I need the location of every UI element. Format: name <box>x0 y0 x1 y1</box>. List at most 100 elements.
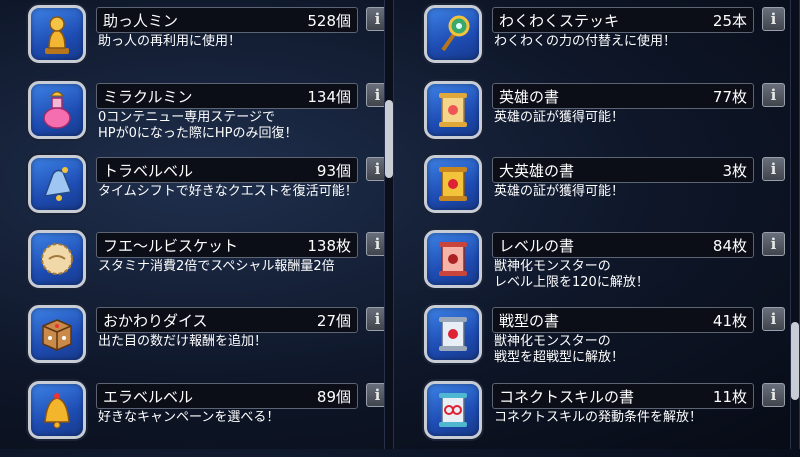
item-name: ミラクルミン <box>103 87 193 106</box>
item-name: レベルの書 <box>499 236 575 255</box>
right-scrollbar-thumb[interactable] <box>791 322 799 400</box>
description-line: 獣神化モンスターの <box>494 259 611 274</box>
item-name: コネクトスキルの書 <box>499 387 635 406</box>
description-line: スタミナ消費2倍でスペシャル報酬量2倍 <box>98 259 335 274</box>
item-row[interactable]: エラベルベル 89個 i 好きなキャンペーンを選べる！ <box>28 381 392 457</box>
description-line: 英雄の証が獲得可能！ <box>494 184 625 199</box>
info-icon: i <box>770 160 777 178</box>
info-icon: i <box>770 10 777 28</box>
item-description: タイムシフトで好きなクエストを復活可能！ <box>98 184 358 200</box>
item-name: 戦型の書 <box>499 311 560 330</box>
item-row[interactable]: フエ〜ルビスケット 138枚 i スタミナ消費2倍でスペシャル報酬量2倍 <box>28 230 392 306</box>
info-icon: i <box>374 310 381 328</box>
left-scrollbar-track[interactable] <box>384 0 394 449</box>
item-description: コネクトスキルの発動条件を解放！ <box>494 410 702 426</box>
hero-scroll-icon <box>424 81 482 139</box>
info-button[interactable]: i <box>762 232 785 256</box>
item-description: スタミナ消費2倍でスペシャル報酬量2倍 <box>98 259 335 275</box>
battle-type-scroll-icon <box>424 305 482 363</box>
description-line: タイムシフトで好きなクエストを復活可能！ <box>98 184 358 199</box>
item-description: 英雄の証が獲得可能！ <box>494 184 624 200</box>
item-row[interactable]: おかわりダイス 27個 i 出た目の数だけ報酬を追加！ <box>28 305 392 381</box>
item-description: 獣神化モンスターの レベル上限を120に解放！ <box>494 259 649 291</box>
item-row[interactable]: トラベルベル 93個 i タイムシフトで好きなクエストを復活可能！ <box>28 155 392 231</box>
info-button[interactable]: i <box>762 383 785 407</box>
description-line: わくわくの力の付替えに使用！ <box>494 34 677 49</box>
item-row[interactable]: ミラクルミン 134個 i 0コンテニュー専用ステージで HPが0になった際にH… <box>28 81 392 157</box>
item-name: おかわりダイス <box>103 311 208 330</box>
item-row[interactable]: 大英雄の書 3枚 i 英雄の証が獲得可能！ <box>424 155 788 231</box>
dice-icon <box>28 305 86 363</box>
magic-wand-icon <box>424 5 482 63</box>
info-button[interactable]: i <box>762 307 785 331</box>
item-name-bar: トラベルベル 93個 <box>96 157 358 183</box>
item-description: 助っ人の再利用に使用！ <box>98 34 241 50</box>
golden-bell-icon <box>28 381 86 439</box>
item-description: わくわくの力の付替えに使用！ <box>494 34 676 50</box>
item-row[interactable]: 英雄の書 77枚 i 英雄の証が獲得可能！ <box>424 81 788 157</box>
description-line: 0コンテニュー専用ステージで <box>98 110 276 125</box>
description-line: レベル上限を120に解放！ <box>494 275 649 290</box>
item-row[interactable]: 助っ人ミン 528個 i 助っ人の再利用に使用！ <box>28 5 392 81</box>
item-name: エラベルベル <box>103 387 194 406</box>
item-description: 好きなキャンペーンを選べる！ <box>98 410 279 426</box>
item-name-bar: わくわくステッキ 25本 <box>492 7 754 33</box>
item-name: フエ〜ルビスケット <box>103 236 239 255</box>
item-name-bar: レベルの書 84枚 <box>492 232 754 258</box>
info-button[interactable]: i <box>762 83 785 107</box>
item-description: 0コンテニュー専用ステージで HPが0になった際にHPのみ回復！ <box>98 110 298 142</box>
biscuit-icon <box>28 230 86 288</box>
item-name-bar: ミラクルミン 134個 <box>96 83 358 109</box>
item-count: 528個 <box>307 11 351 30</box>
item-row[interactable]: わくわくステッキ 25本 i わくわくの力の付替えに使用！ <box>424 5 788 81</box>
heart-potion-icon <box>28 81 86 139</box>
description-line: コネクトスキルの発動条件を解放！ <box>494 410 703 425</box>
item-name: 英雄の書 <box>499 87 560 106</box>
info-icon: i <box>374 10 381 28</box>
description-line: 出た目の数だけ報酬を追加！ <box>98 334 268 349</box>
item-count: 11枚 <box>712 387 747 406</box>
right-scrollbar-track[interactable] <box>790 0 800 449</box>
golden-figurine-icon <box>28 5 86 63</box>
item-count: 25本 <box>712 11 747 30</box>
item-count: 89個 <box>316 387 351 406</box>
item-name-bar: 助っ人ミン 528個 <box>96 7 358 33</box>
description-line: 好きなキャンペーンを選べる！ <box>98 410 280 425</box>
description-line: 英雄の証が獲得可能！ <box>494 110 625 125</box>
blue-bell-icon <box>28 155 86 213</box>
right-item-list: わくわくステッキ 25本 i わくわくの力の付替えに使用！ 英雄の書 77枚 i… <box>402 0 788 449</box>
info-icon: i <box>770 386 777 404</box>
item-count: 134個 <box>307 87 351 106</box>
item-row[interactable]: コネクトスキルの書 11枚 i コネクトスキルの発動条件を解放！ <box>424 381 788 457</box>
item-name-bar: エラベルベル 89個 <box>96 383 358 409</box>
item-name-bar: 戦型の書 41枚 <box>492 307 754 333</box>
info-icon: i <box>770 86 777 104</box>
info-button[interactable]: i <box>762 7 785 31</box>
item-row[interactable]: 戦型の書 41枚 i 獣神化モンスターの 戦型を超戦型に解放！ <box>424 305 788 381</box>
left-item-list: 助っ人ミン 528個 i 助っ人の再利用に使用！ ミラクルミン 134個 i 0… <box>0 0 392 449</box>
left-scrollbar-thumb[interactable] <box>385 100 393 178</box>
item-name: わくわくステッキ <box>499 11 620 30</box>
item-name-bar: 大英雄の書 3枚 <box>492 157 754 183</box>
item-name-bar: おかわりダイス 27個 <box>96 307 358 333</box>
item-count: 41枚 <box>712 311 747 330</box>
item-count: 93個 <box>316 161 351 180</box>
description-line: 助っ人の再利用に使用！ <box>98 34 242 49</box>
item-name-bar: コネクトスキルの書 11枚 <box>492 383 754 409</box>
item-row[interactable]: レベルの書 84枚 i 獣神化モンスターの レベル上限を120に解放！ <box>424 230 788 306</box>
item-name: 大英雄の書 <box>499 161 575 180</box>
description-line: 戦型を超戦型に解放！ <box>494 350 625 365</box>
info-icon: i <box>374 235 381 253</box>
item-description: 英雄の証が獲得可能！ <box>494 110 624 126</box>
info-icon: i <box>374 86 381 104</box>
item-name: 助っ人ミン <box>103 11 179 30</box>
description-line: HPが0になった際にHPのみ回復！ <box>98 126 298 141</box>
item-count: 84枚 <box>712 236 747 255</box>
info-button[interactable]: i <box>762 157 785 181</box>
item-name-bar: 英雄の書 77枚 <box>492 83 754 109</box>
item-count: 77枚 <box>712 87 747 106</box>
item-name-bar: フエ〜ルビスケット 138枚 <box>96 232 358 258</box>
level-scroll-icon <box>424 230 482 288</box>
great-hero-scroll-icon <box>424 155 482 213</box>
info-icon: i <box>374 386 381 404</box>
